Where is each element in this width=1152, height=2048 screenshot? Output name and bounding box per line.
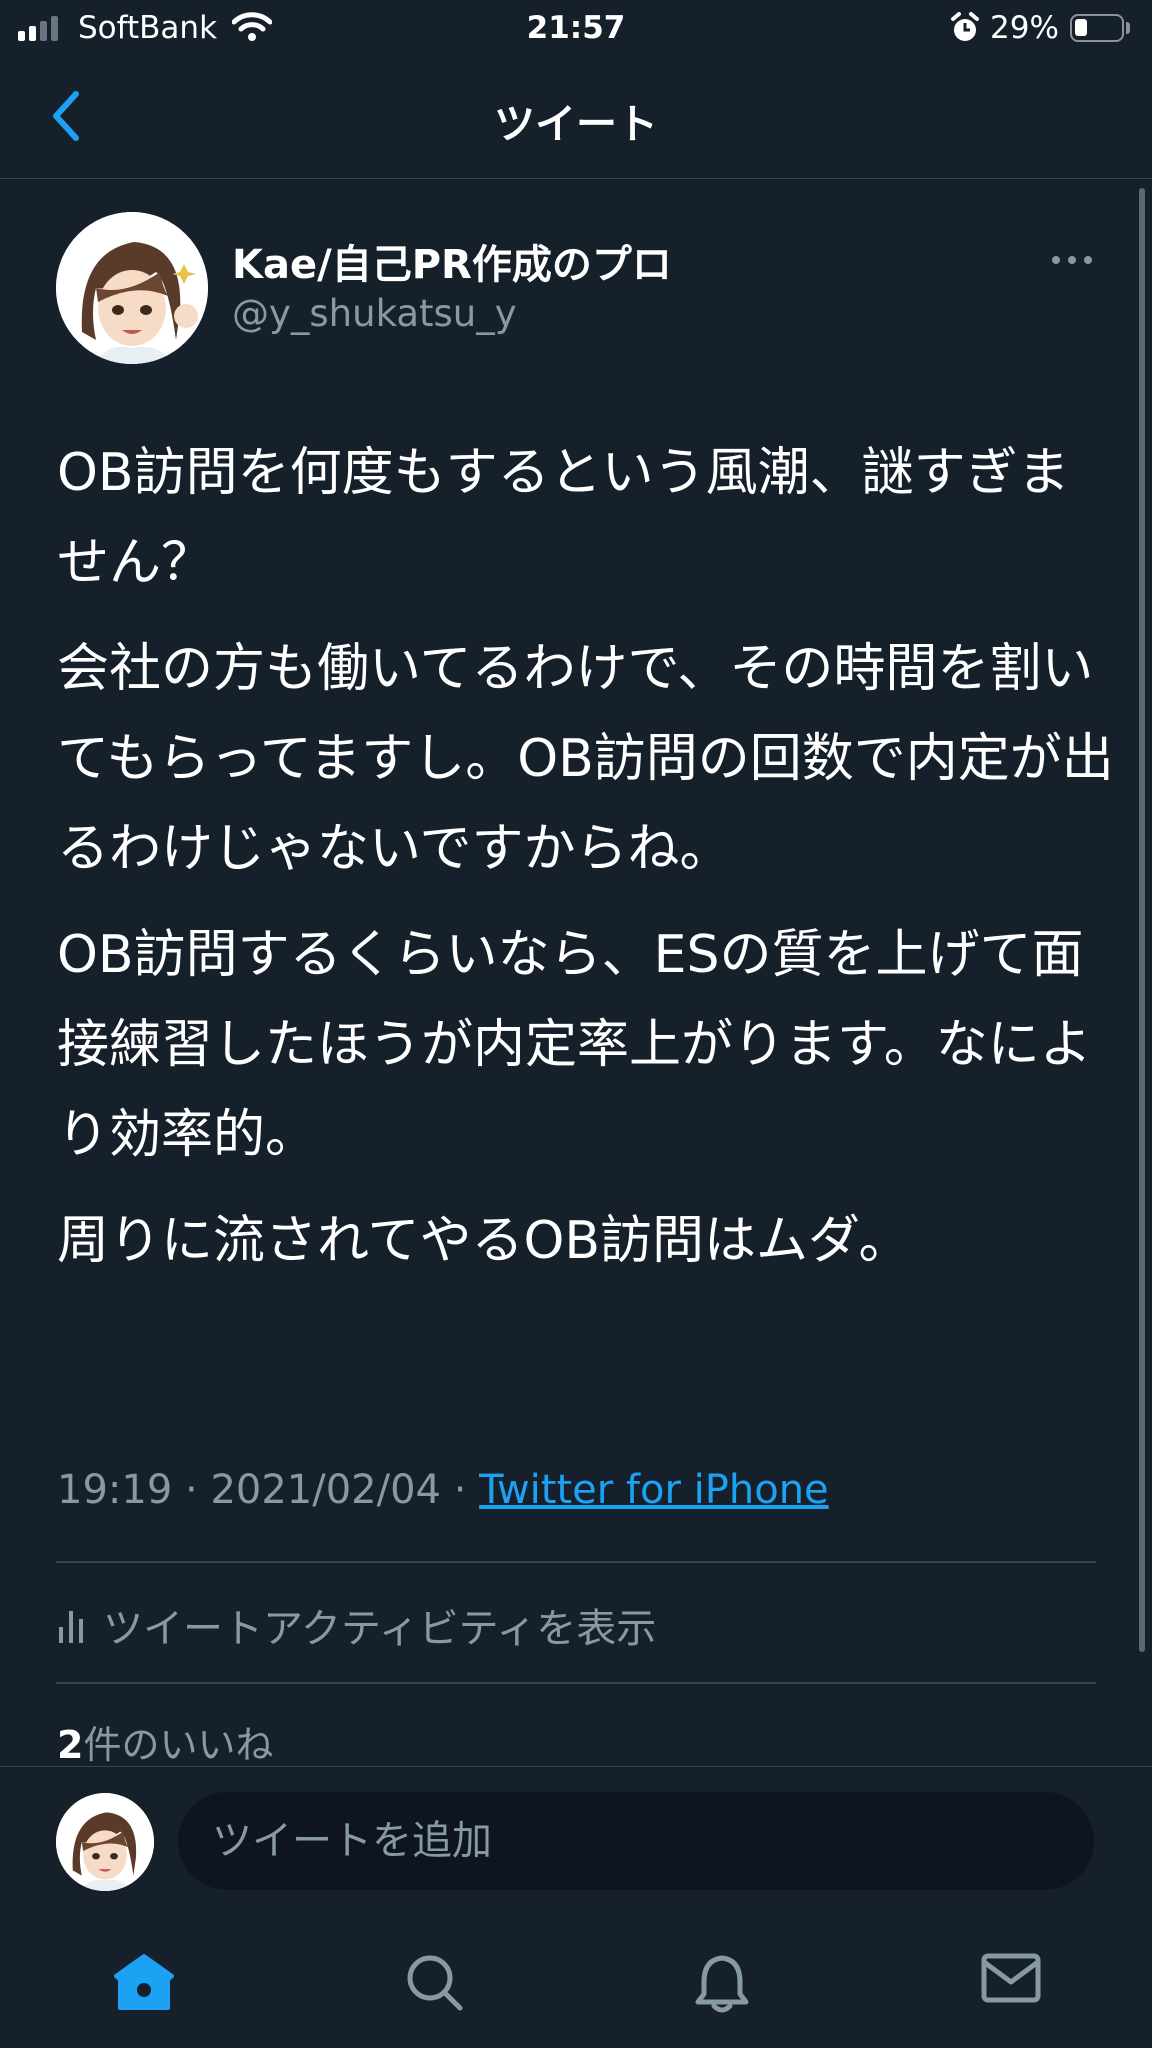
likes-count-link[interactable]: 2件のいいね: [57, 1714, 273, 1769]
home-icon[interactable]: [112, 1952, 176, 2012]
battery-percentage: 29%: [990, 10, 1059, 46]
meta-separator: ·: [440, 1467, 480, 1513]
scrollbar[interactable]: [1139, 188, 1145, 1652]
user-avatar[interactable]: [56, 1793, 154, 1891]
meta-separator: ·: [172, 1467, 211, 1513]
more-options-icon[interactable]: [1052, 256, 1092, 264]
battery-icon: [1070, 14, 1124, 42]
reply-input[interactable]: [178, 1792, 1094, 1890]
divider: [56, 1682, 1096, 1684]
alarm-icon: [951, 12, 979, 41]
navigation-bar: ツイート: [0, 58, 1152, 179]
divider: [56, 1561, 1096, 1563]
status-bar: SoftBank 21:57 29%: [0, 0, 1152, 58]
tweet-activity-link[interactable]: ツイートアクティビティを表示: [57, 1596, 656, 1654]
tweet-source-link[interactable]: Twitter for iPhone: [479, 1467, 829, 1513]
tweet-activity-label: ツイートアクティビティを表示: [103, 1606, 657, 1652]
search-icon[interactable]: [404, 1952, 464, 2012]
tweet-time: 19:19: [57, 1467, 173, 1513]
messages-envelope-icon[interactable]: [980, 1952, 1042, 2006]
page-title: ツイート: [494, 100, 658, 148]
tweet-timestamp: 19:19 · 2021/02/04 · Twitter for iPhone: [57, 1467, 829, 1513]
likes-suffix: 件のいいね: [83, 1723, 274, 1767]
tweet-paragraph: 会社の方も働いてるわけで、その時間を割いてもらってますし。OB訪問の回数で内定が…: [57, 639, 1114, 879]
tweet-text: OB訪問を何度もするという風潮、謎すぎません？ 会社の方も働いてるわけで、その時…: [57, 428, 1117, 1302]
tab-bar: [0, 1906, 1152, 2048]
notifications-bell-icon[interactable]: [692, 1952, 752, 2014]
tweet-paragraph: OB訪問を何度もするという風潮、謎すぎません？: [57, 443, 1070, 593]
author-name[interactable]: Kae/自己PR作成のプロ: [232, 232, 672, 290]
tweet-paragraph: 周りに流されてやるOB訪問はムダ。: [57, 1211, 911, 1271]
analytics-bars-icon: [59, 1611, 83, 1643]
tweet-paragraph: OB訪問するくらいなら、ESの質を上げて面接練習したほうが内定率上がります。なに…: [57, 925, 1092, 1165]
author-avatar[interactable]: [56, 212, 208, 364]
author-handle[interactable]: @y_shukatsu_y: [232, 292, 517, 335]
tweet-date: 2021/02/04: [210, 1467, 441, 1513]
likes-count: 2: [57, 1723, 84, 1767]
